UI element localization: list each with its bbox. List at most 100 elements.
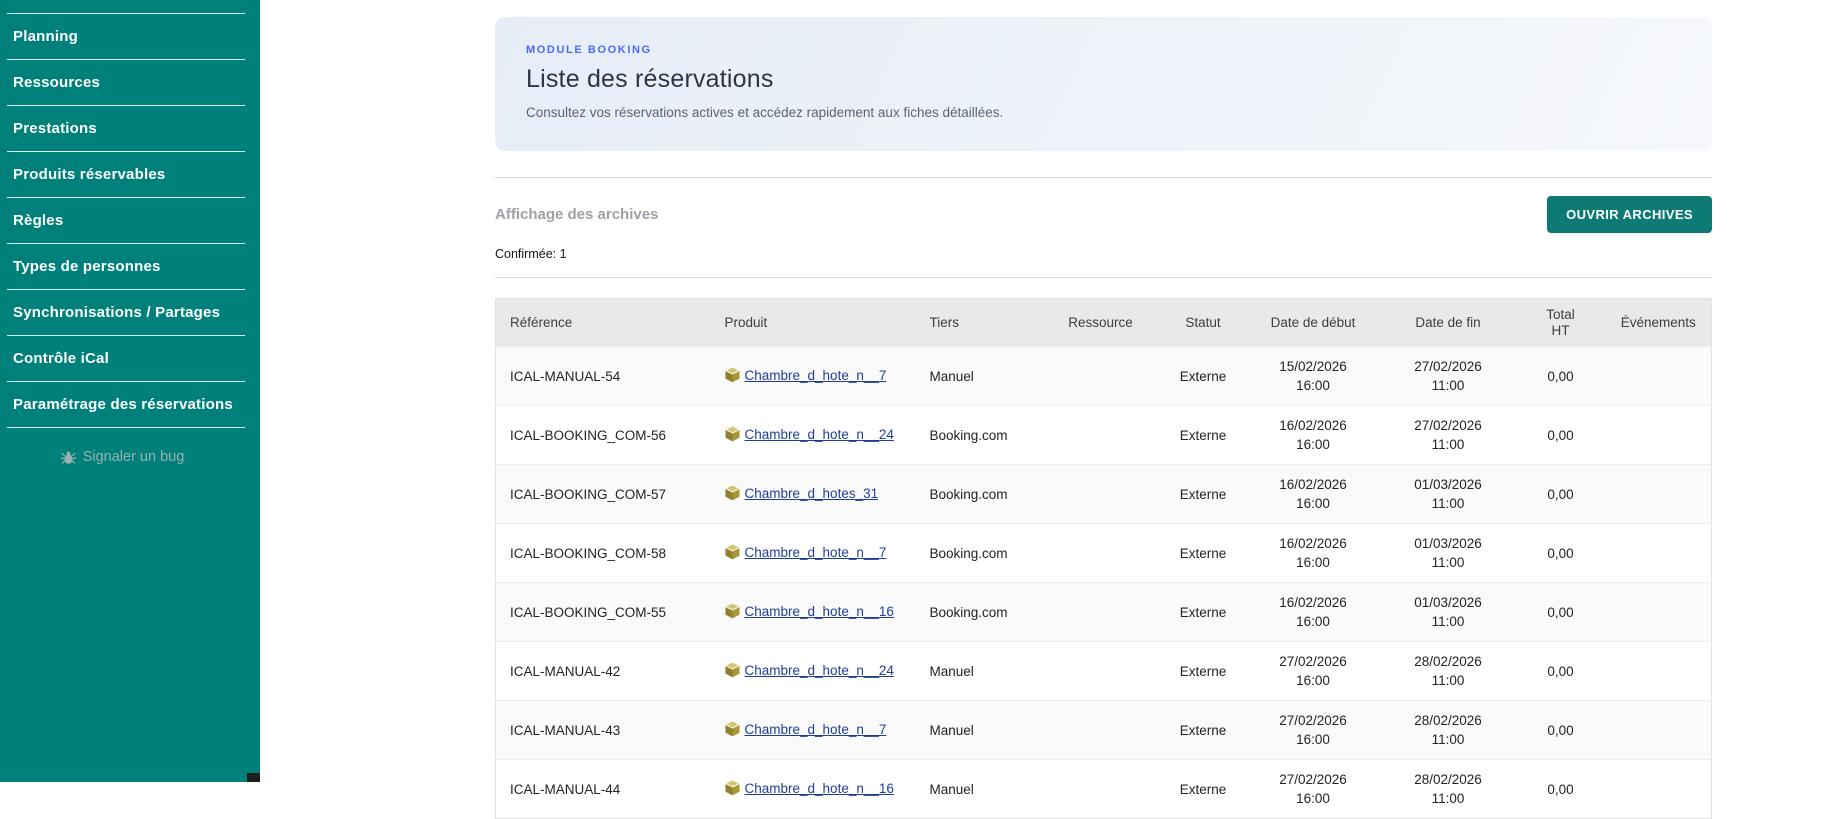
package-cube-icon xyxy=(725,485,740,504)
cell-evenements xyxy=(1606,406,1712,465)
table-row[interactable]: ICAL-MANUAL-43 Chambre_d_hote_n__7 Manue… xyxy=(496,701,1712,760)
column-header-statut: Statut xyxy=(1161,299,1246,347)
column-header-ressource: Ressource xyxy=(1041,299,1161,347)
cell-reference: ICAL-MANUAL-42 xyxy=(496,642,711,701)
cell-date-fin: 01/03/202611:00 xyxy=(1381,583,1516,642)
main-content: MODULE BOOKING Liste des réservations Co… xyxy=(260,0,1828,782)
sidebar-item-parametrage-reservations[interactable]: Paramétrage des réservations xyxy=(7,381,245,427)
product-link[interactable]: Chambre_d_hote_n__7 xyxy=(745,368,887,383)
confirmed-count: Confirmée: 1 xyxy=(495,247,1712,261)
cell-evenements xyxy=(1606,642,1712,701)
table-row[interactable]: ICAL-BOOKING_COM-58 Chambre_d_hote_n__7 … xyxy=(496,524,1712,583)
column-header-tiers: Tiers xyxy=(916,299,1041,347)
cell-total-ht: 0,00 xyxy=(1516,701,1606,760)
cell-date-debut: 16/02/202616:00 xyxy=(1246,465,1381,524)
product-link[interactable]: Chambre_d_hote_n__16 xyxy=(745,604,894,619)
cell-date-debut: 16/02/202616:00 xyxy=(1246,406,1381,465)
cell-product: Chambre_d_hotes_31 xyxy=(711,465,916,524)
column-header-total-ht: Total HT xyxy=(1516,299,1606,347)
cell-evenements xyxy=(1606,701,1712,760)
product-link[interactable]: Chambre_d_hote_n__24 xyxy=(745,663,894,678)
sidebar-scrollbar-corner xyxy=(247,773,260,782)
cell-date-debut: 16/02/202616:00 xyxy=(1246,524,1381,583)
cell-product: Chambre_d_hote_n__16 xyxy=(711,760,916,819)
cell-date-fin: 27/02/202611:00 xyxy=(1381,406,1516,465)
column-header-date-fin: Date de fin xyxy=(1381,299,1516,347)
cell-reference: ICAL-MANUAL-54 xyxy=(496,347,711,406)
package-cube-icon xyxy=(725,780,740,799)
cell-total-ht: 0,00 xyxy=(1516,760,1606,819)
divider xyxy=(495,277,1712,278)
open-archives-button[interactable]: OUVRIR ARCHIVES xyxy=(1547,196,1712,233)
sidebar-item-label: Synchronisations / Partages xyxy=(7,304,220,321)
product-link[interactable]: Chambre_d_hote_n__7 xyxy=(745,545,887,560)
sidebar-item-synchronisations-partages[interactable]: Synchronisations / Partages xyxy=(7,289,245,335)
cell-tiers: Manuel xyxy=(916,760,1041,819)
sidebar-item-ressources[interactable]: Ressources xyxy=(7,59,245,105)
archives-label: Affichage des archives xyxy=(495,206,658,223)
package-cube-icon xyxy=(725,662,740,681)
bug-icon xyxy=(61,450,76,465)
sidebar-item-produits-reservables[interactable]: Produits réservables xyxy=(7,151,245,197)
table-row[interactable]: ICAL-BOOKING_COM-57 Chambre_d_hotes_31 B… xyxy=(496,465,1712,524)
cell-product: Chambre_d_hote_n__24 xyxy=(711,642,916,701)
page-title: Liste des réservations xyxy=(526,65,1681,94)
sidebar-item-label: Ressources xyxy=(7,74,100,91)
product-link[interactable]: Chambre_d_hote_n__24 xyxy=(745,427,894,442)
cell-date-debut: 27/02/202616:00 xyxy=(1246,760,1381,819)
cell-date-debut: 16/02/202616:00 xyxy=(1246,583,1381,642)
package-cube-icon xyxy=(725,544,740,563)
product-link[interactable]: Chambre_d_hote_n__16 xyxy=(745,781,894,796)
cell-tiers: Booking.com xyxy=(916,583,1041,642)
cell-evenements xyxy=(1606,524,1712,583)
cell-tiers: Booking.com xyxy=(916,406,1041,465)
archives-toolbar: Affichage des archives OUVRIR ARCHIVES xyxy=(495,196,1712,233)
table-row[interactable]: ICAL-BOOKING_COM-56 Chambre_d_hote_n__24… xyxy=(496,406,1712,465)
report-bug-link[interactable]: Signaler un bug xyxy=(0,449,245,465)
report-bug-label: Signaler un bug xyxy=(83,449,185,465)
app-window: Planning Ressources Prestations Produits… xyxy=(0,0,1828,782)
cell-reference: ICAL-BOOKING_COM-58 xyxy=(496,524,711,583)
cell-statut: Externe xyxy=(1161,583,1246,642)
sidebar-item-label: Contrôle iCal xyxy=(7,350,109,367)
sidebar-navigation: Planning Ressources Prestations Produits… xyxy=(0,0,260,782)
product-link[interactable]: Chambre_d_hote_n__7 xyxy=(745,722,887,737)
cell-product: Chambre_d_hote_n__7 xyxy=(711,701,916,760)
product-link[interactable]: Chambre_d_hotes_31 xyxy=(745,486,879,501)
column-header-date-debut: Date de début xyxy=(1246,299,1381,347)
table-row[interactable]: ICAL-MANUAL-54 Chambre_d_hote_n__7 Manue… xyxy=(496,347,1712,406)
cell-product: Chambre_d_hote_n__24 xyxy=(711,406,916,465)
table-row[interactable]: ICAL-MANUAL-42 Chambre_d_hote_n__24 Manu… xyxy=(496,642,1712,701)
sidebar-item-planning[interactable]: Planning xyxy=(7,13,245,59)
sidebar-item-prestations[interactable]: Prestations xyxy=(7,105,245,151)
package-cube-icon xyxy=(725,721,740,740)
package-cube-icon xyxy=(725,367,740,386)
sidebar-item-types-de-personnes[interactable]: Types de personnes xyxy=(7,243,245,289)
sidebar-item-label: Prestations xyxy=(7,120,97,137)
column-header-produit: Produit xyxy=(711,299,916,347)
cell-total-ht: 0,00 xyxy=(1516,642,1606,701)
sidebar-item-label: Types de personnes xyxy=(7,258,161,275)
cell-statut: Externe xyxy=(1161,406,1246,465)
sidebar-item-label: Paramétrage des réservations xyxy=(7,396,233,413)
cell-statut: Externe xyxy=(1161,524,1246,583)
cell-date-fin: 28/02/202611:00 xyxy=(1381,701,1516,760)
sidebar-item-label: Produits réservables xyxy=(7,166,165,183)
column-header-reference: Référence xyxy=(496,299,711,347)
cell-reference: ICAL-BOOKING_COM-55 xyxy=(496,583,711,642)
cell-date-debut: 27/02/202616:00 xyxy=(1246,642,1381,701)
sidebar-item-regles[interactable]: Règles xyxy=(7,197,245,243)
cell-statut: Externe xyxy=(1161,760,1246,819)
cell-ressource xyxy=(1041,465,1161,524)
cell-statut: Externe xyxy=(1161,347,1246,406)
cell-ressource xyxy=(1041,524,1161,583)
cell-reference: ICAL-BOOKING_COM-57 xyxy=(496,465,711,524)
cell-product: Chambre_d_hote_n__16 xyxy=(711,583,916,642)
sidebar-item-controle-ical[interactable]: Contrôle iCal xyxy=(7,335,245,381)
cell-reference: ICAL-MANUAL-44 xyxy=(496,760,711,819)
cell-evenements xyxy=(1606,760,1712,819)
cell-evenements xyxy=(1606,347,1712,406)
table-row[interactable]: ICAL-BOOKING_COM-55 Chambre_d_hote_n__16… xyxy=(496,583,1712,642)
table-row[interactable]: ICAL-MANUAL-44 Chambre_d_hote_n__16 Manu… xyxy=(496,760,1712,819)
cell-total-ht: 0,00 xyxy=(1516,465,1606,524)
